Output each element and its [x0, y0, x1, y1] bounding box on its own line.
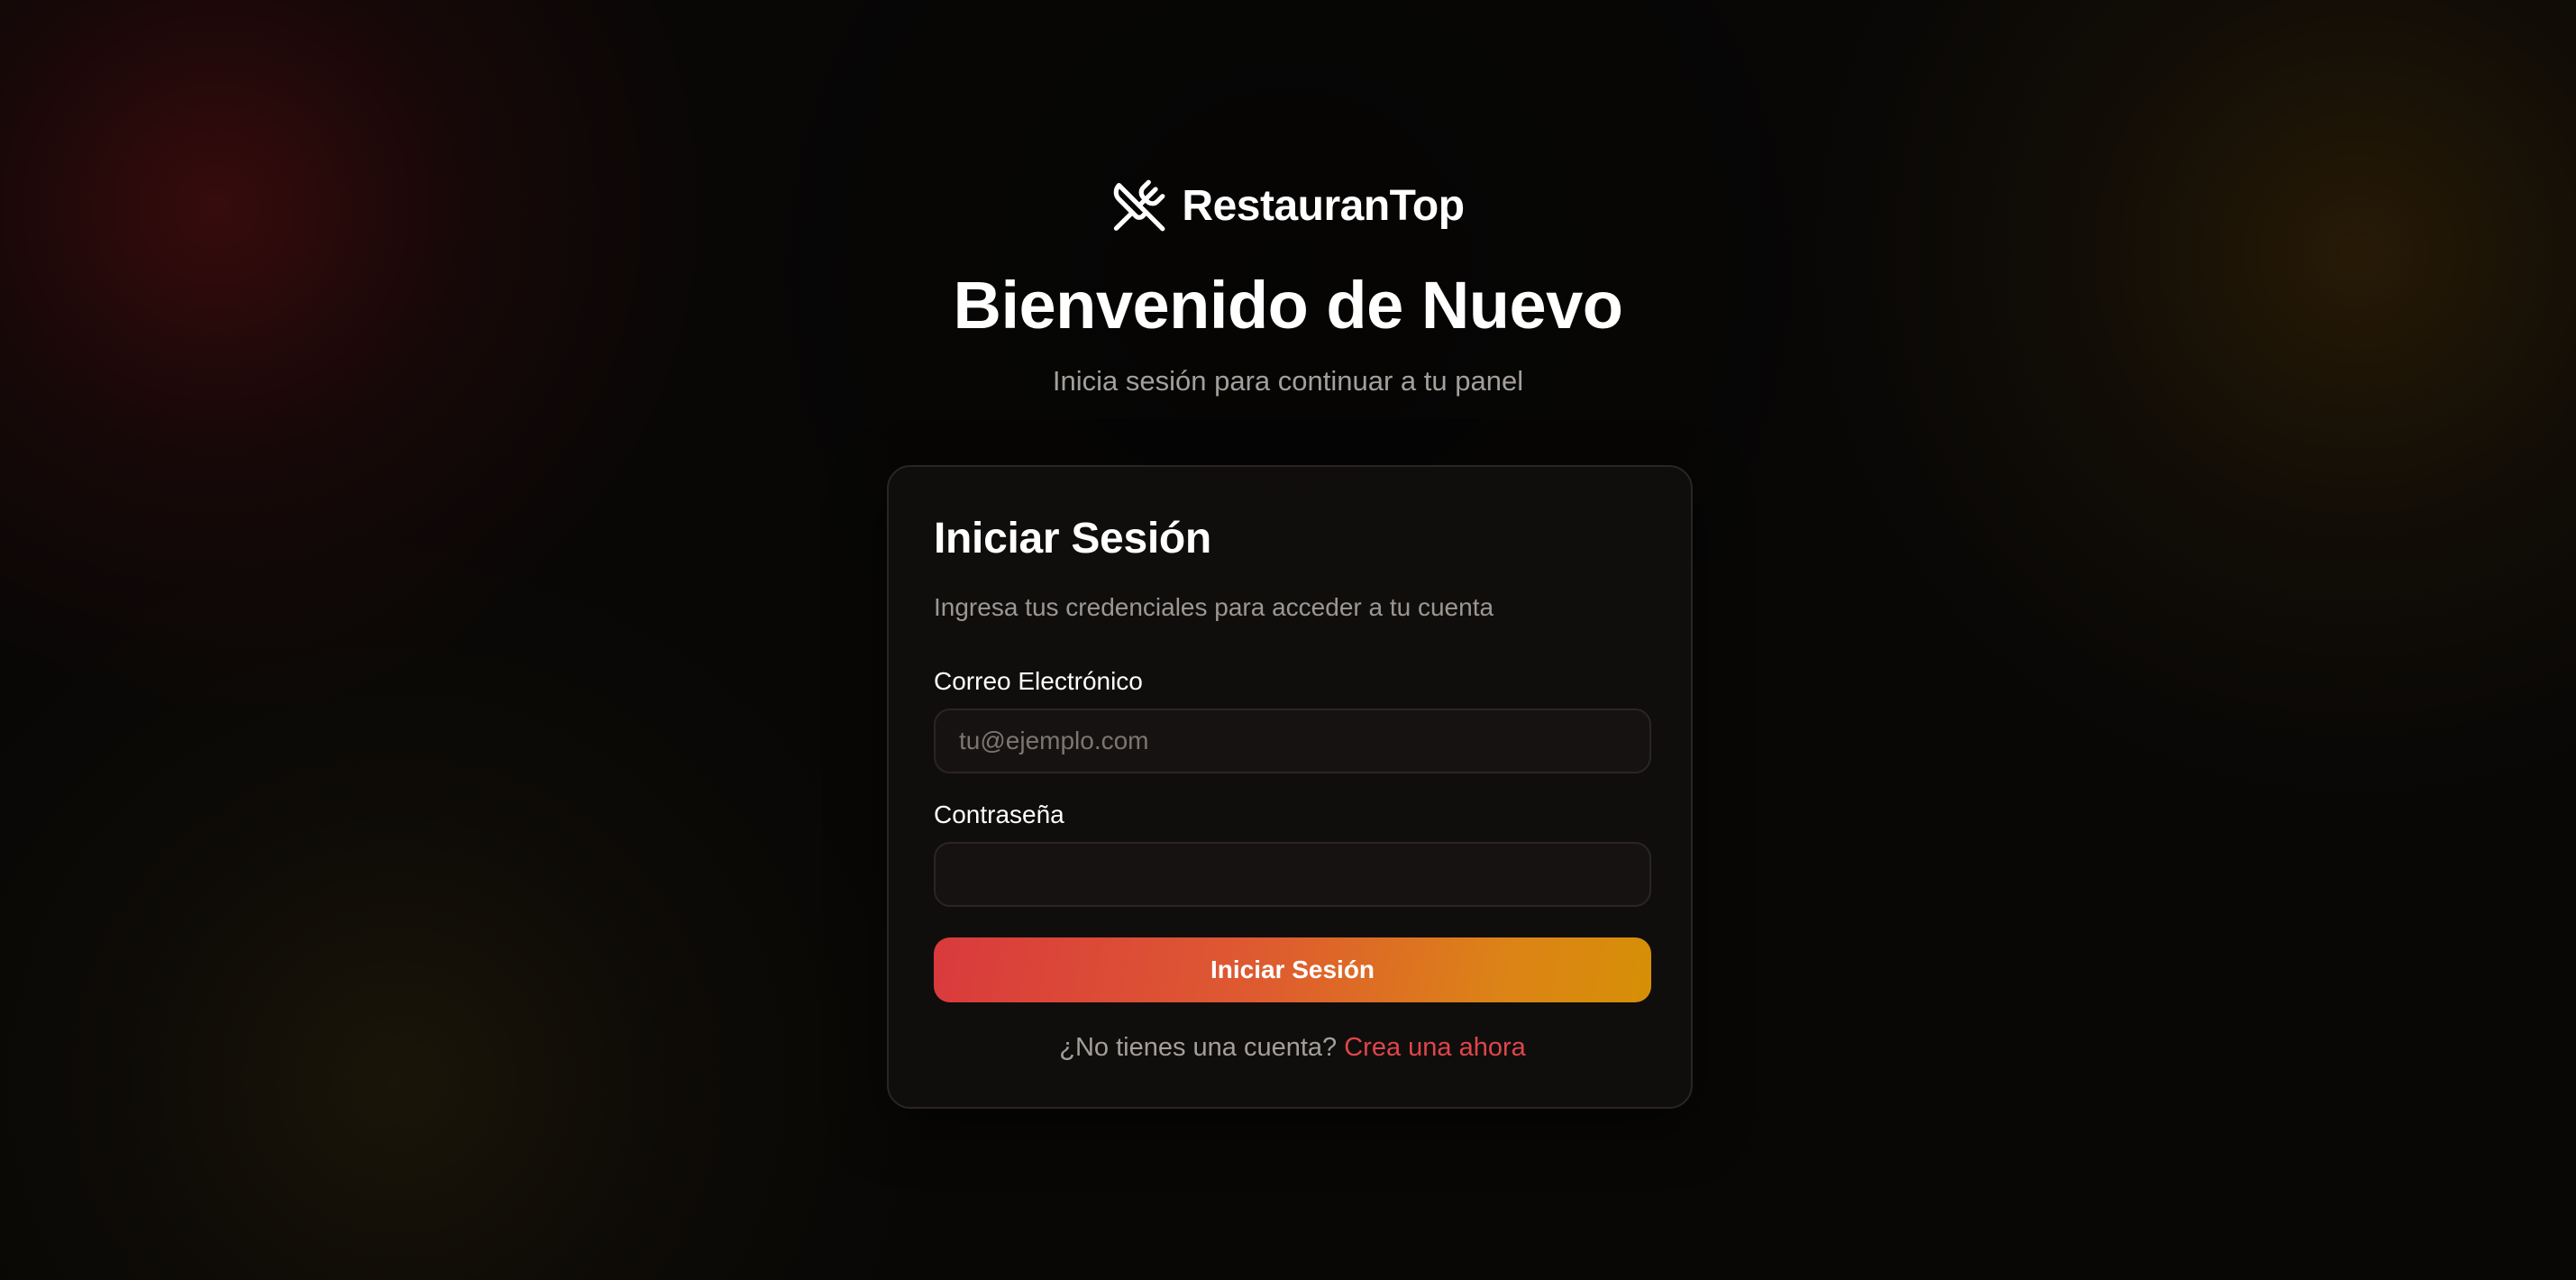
brand: RestauranTop [1111, 177, 1465, 234]
brand-name: RestauranTop [1182, 181, 1465, 230]
email-field[interactable] [934, 709, 1651, 773]
email-label: Correo Electrónico [934, 667, 1143, 695]
signup-link[interactable]: Crea una ahora [1344, 1033, 1526, 1062]
header-section: RestauranTop Bienvenido de Nuevo Inicia … [0, 0, 2576, 398]
login-card: Iniciar Sesión Ingresa tus credenciales … [887, 465, 1693, 1109]
utensils-crossed-icon [1114, 179, 1165, 232]
card-description: Ingresa tus credenciales para acceder a … [934, 593, 1494, 621]
login-button[interactable]: Iniciar Sesión [934, 937, 1651, 1002]
login-page: RestauranTop Bienvenido de Nuevo Inicia … [0, 0, 2576, 1280]
password-label: Contraseña [934, 800, 1064, 828]
signup-prompt-text: ¿No tienes una cuenta? [1059, 1033, 1338, 1062]
page-subtitle: Inicia sesión para continuar a tu panel [1052, 365, 1524, 397]
password-field[interactable] [934, 842, 1651, 907]
page-title: Bienvenido de Nuevo [953, 268, 1623, 343]
signup-prompt-line: ¿No tienes una cuenta? Crea una ahora [934, 1033, 1651, 1063]
card-title: Iniciar Sesión [934, 515, 1211, 562]
